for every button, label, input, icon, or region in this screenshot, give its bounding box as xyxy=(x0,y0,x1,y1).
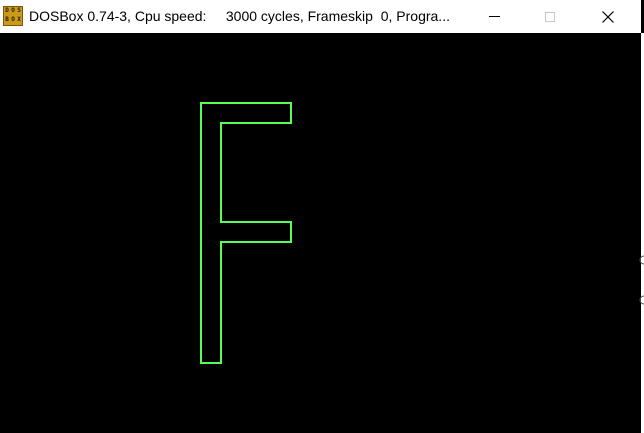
maximize-button[interactable] xyxy=(527,0,573,33)
dos-screen[interactable] xyxy=(0,33,641,433)
f-glyph-canvas xyxy=(200,102,292,364)
window-title: DOSBox 0.74-3, Cpu speed: 3000 cycles, F… xyxy=(29,8,450,24)
letter-f-outline xyxy=(200,102,292,364)
icon-letter: X xyxy=(17,16,21,23)
edge-artifact-icon xyxy=(639,295,644,305)
dosbox-window: D O S B O X DOSBox 0.74-3, Cpu speed: 30… xyxy=(0,0,641,433)
dosbox-icon[interactable]: D O S B O X xyxy=(3,6,23,26)
close-button[interactable] xyxy=(585,0,631,33)
minimize-icon xyxy=(488,16,500,17)
minimize-button[interactable] xyxy=(471,0,517,33)
title-bar[interactable]: D O S B O X DOSBox 0.74-3, Cpu speed: 30… xyxy=(0,0,641,33)
icon-letter: S xyxy=(17,7,21,14)
maximize-icon xyxy=(545,11,555,22)
close-icon xyxy=(602,10,614,23)
edge-artifact-icon xyxy=(639,255,644,265)
